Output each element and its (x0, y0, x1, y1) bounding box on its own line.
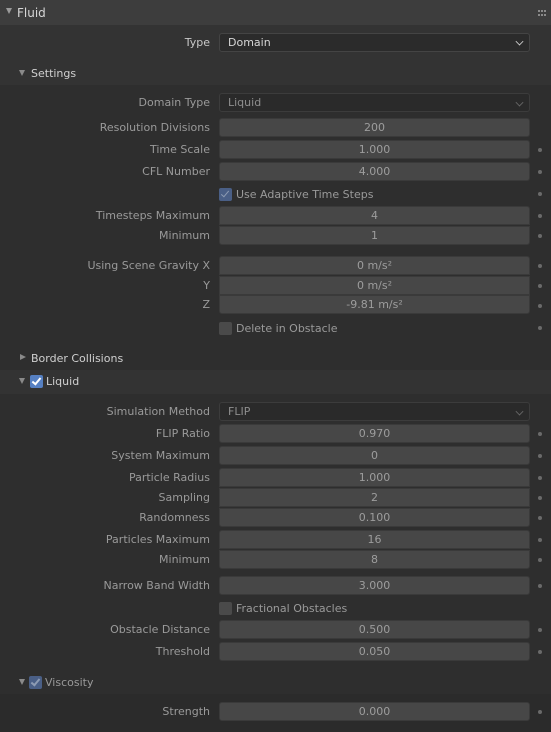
randomness-field[interactable]: 0.100 (219, 508, 530, 527)
keyframe-dot-icon[interactable] (538, 538, 542, 542)
randomness-label: Randomness (139, 511, 210, 524)
keyframe-dot-icon[interactable] (538, 432, 542, 436)
adaptive-time-steps-checkbox[interactable] (219, 187, 232, 201)
type-value: Domain (228, 36, 271, 49)
system-maximum-label: System Maximum (111, 449, 210, 462)
liquid-subpanel-header[interactable]: Liquid (0, 370, 551, 394)
time-scale-field[interactable]: 1.000 (219, 140, 530, 159)
border-collisions-title: Border Collisions (31, 352, 124, 365)
gravity-x-label: Using Scene Gravity X (87, 259, 210, 272)
liquid-title: Liquid (46, 375, 80, 388)
system-maximum-field[interactable]: 0 (219, 446, 530, 465)
domain-type-label: Domain Type (138, 96, 210, 109)
keyframe-dot-icon[interactable] (538, 628, 542, 632)
keyframe-dot-icon[interactable] (538, 284, 542, 288)
settings-subpanel-header[interactable]: Settings (0, 62, 551, 85)
chevron-down-icon (515, 407, 524, 416)
expand-triangle-icon (19, 70, 25, 76)
threshold-field[interactable]: 0.050 (219, 642, 530, 661)
adaptive-time-steps-label: Use Adaptive Time Steps (236, 187, 374, 201)
gravity-y-label: Y (203, 279, 210, 292)
particle-radius-label: Particle Radius (128, 471, 210, 484)
resolution-divisions-field[interactable]: 200 (219, 118, 530, 137)
fluid-panel-header[interactable]: Fluid (0, 0, 551, 25)
particles-minimum-label: Minimum (159, 553, 210, 566)
particles-minimum-field[interactable]: 8 (219, 550, 530, 569)
timesteps-minimum-field[interactable]: 1 (219, 226, 530, 245)
particles-maximum-field[interactable]: 16 (219, 530, 530, 549)
expand-triangle-icon (19, 679, 25, 685)
viscosity-enable-checkbox[interactable] (29, 676, 42, 689)
keyframe-dot-icon[interactable] (538, 516, 542, 520)
keyframe-dot-icon[interactable] (538, 584, 542, 588)
particles-maximum-label: Particles Maximum (105, 533, 210, 546)
simulation-method-dropdown: FLIP (219, 402, 530, 421)
delete-in-obstacle-checkbox[interactable] (219, 321, 232, 335)
keyframe-dot-icon[interactable] (538, 496, 542, 500)
keyframe-dot-icon[interactable] (538, 710, 542, 714)
cfl-number-label: CFL Number (142, 165, 210, 178)
delete-in-obstacle-label: Delete in Obstacle (236, 321, 338, 335)
timesteps-maximum-label: Timesteps Maximum (95, 209, 210, 222)
adaptive-time-steps-toggle[interactable]: Use Adaptive Time Steps (219, 186, 373, 202)
gravity-z-field[interactable]: -9.81 m/s² (219, 295, 530, 314)
threshold-label: Threshold (155, 645, 210, 658)
gravity-x-field[interactable]: 0 m/s² (219, 256, 530, 275)
type-label: Type (184, 36, 210, 49)
border-collisions-subpanel-header[interactable]: Border Collisions (0, 347, 551, 370)
keyframe-dot-icon[interactable] (538, 192, 542, 196)
particle-radius-field[interactable]: 1.000 (219, 468, 530, 487)
obstacle-distance-label: Obstacle Distance (110, 623, 210, 636)
sampling-label: Sampling (158, 491, 211, 504)
resolution-divisions-label: Resolution Divisions (99, 121, 210, 134)
keyframe-dot-icon[interactable] (538, 234, 542, 238)
expand-triangle-icon (19, 378, 25, 384)
keyframe-dot-icon[interactable] (538, 476, 542, 480)
strength-field[interactable]: 0.000 (219, 702, 530, 721)
viscosity-subpanel-header[interactable]: Viscosity (0, 671, 551, 694)
keyframe-dot-icon[interactable] (538, 326, 542, 330)
keyframe-dot-icon[interactable] (538, 304, 542, 308)
settings-title: Settings (31, 67, 77, 80)
keyframe-dot-icon[interactable] (538, 148, 542, 152)
domain-type-value: Liquid (228, 96, 262, 109)
flip-ratio-field[interactable]: 0.970 (219, 424, 530, 443)
fractional-obstacles-checkbox[interactable] (219, 601, 232, 615)
simulation-method-label: Simulation Method (106, 405, 210, 418)
timesteps-minimum-label: Minimum (159, 229, 210, 242)
liquid-enable-checkbox[interactable] (30, 375, 43, 388)
gravity-y-field[interactable]: 0 m/s² (219, 276, 530, 295)
fractional-obstacles-toggle[interactable]: Fractional Obstacles (219, 600, 347, 616)
viscosity-title: Viscosity (45, 676, 94, 689)
keyframe-dot-icon[interactable] (538, 170, 542, 174)
keyframe-dot-icon[interactable] (538, 454, 542, 458)
collapse-triangle-icon[interactable] (6, 8, 12, 14)
chevron-down-icon (515, 37, 524, 46)
keyframe-dot-icon[interactable] (538, 214, 542, 218)
chevron-down-icon (515, 98, 524, 107)
keyframe-dot-icon[interactable] (538, 264, 542, 268)
domain-type-dropdown: Liquid (219, 93, 530, 112)
type-dropdown[interactable]: Domain (219, 33, 530, 52)
narrow-band-width-label: Narrow Band Width (103, 579, 211, 592)
collapsed-triangle-icon (20, 354, 26, 360)
narrow-band-width-field[interactable]: 3.000 (219, 576, 530, 595)
drag-handle-icon[interactable] (538, 10, 546, 16)
panel-title: Fluid (17, 6, 46, 20)
time-scale-label: Time Scale (149, 143, 210, 156)
timesteps-maximum-field[interactable]: 4 (219, 206, 530, 225)
sampling-field[interactable]: 2 (219, 488, 530, 507)
cfl-number-field[interactable]: 4.000 (219, 162, 530, 181)
keyframe-dot-icon[interactable] (538, 558, 542, 562)
fractional-obstacles-label: Fractional Obstacles (236, 601, 348, 615)
flip-ratio-label: FLIP Ratio (155, 427, 210, 440)
strength-label: Strength (162, 705, 210, 718)
keyframe-dot-icon[interactable] (538, 650, 542, 654)
delete-in-obstacle-toggle[interactable]: Delete in Obstacle (219, 320, 337, 336)
gravity-z-label: Z (202, 298, 210, 311)
simulation-method-value: FLIP (228, 405, 251, 418)
obstacle-distance-field[interactable]: 0.500 (219, 620, 530, 639)
